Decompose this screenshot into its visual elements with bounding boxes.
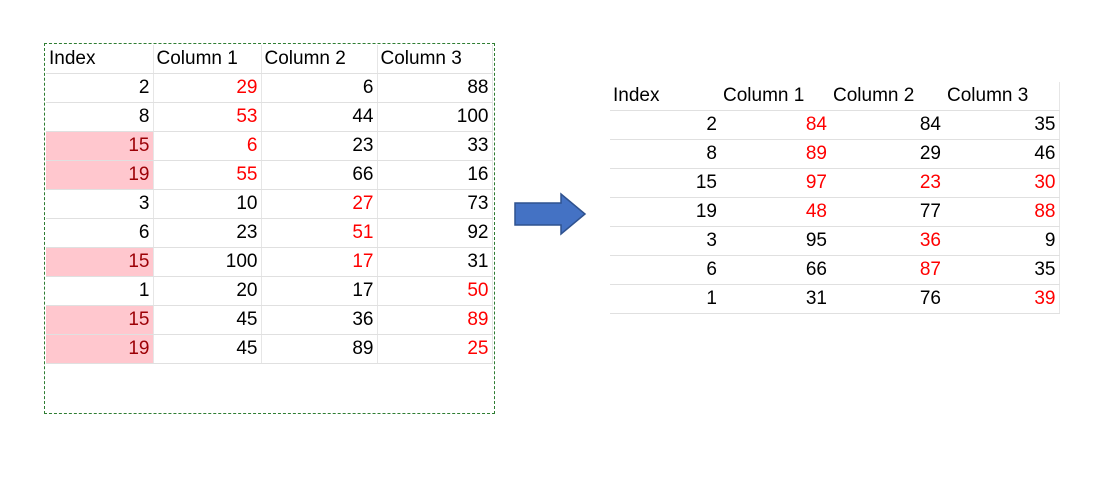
table-row: 3 95 36 9: [610, 226, 1060, 256]
table-row: 2 84 84 35: [610, 110, 1060, 140]
index-cell[interactable]: 8: [46, 102, 154, 132]
index-cell[interactable]: 2: [46, 73, 154, 103]
table-row: 15 6 23 33: [46, 131, 493, 161]
value-cell[interactable]: 66: [261, 160, 378, 190]
value-cell[interactable]: 51: [261, 218, 378, 248]
index-cell[interactable]: 6: [46, 218, 154, 248]
value-cell[interactable]: 31: [720, 284, 830, 314]
table-row: 15 97 23 30: [610, 168, 1060, 198]
value-cell[interactable]: 73: [377, 189, 493, 219]
table-row: 6 66 87 35: [610, 255, 1060, 285]
table-row: 19 45 89 25: [46, 334, 493, 364]
value-cell[interactable]: 87: [830, 255, 944, 285]
value-cell[interactable]: 95: [720, 226, 830, 256]
value-cell[interactable]: 50: [377, 276, 493, 306]
value-cell[interactable]: 44: [261, 102, 378, 132]
table-row: 19 48 77 88: [610, 197, 1060, 227]
value-cell[interactable]: 77: [830, 197, 944, 227]
table-row: 15 100 17 31: [46, 247, 493, 277]
index-cell[interactable]: 1: [46, 276, 154, 306]
index-cell[interactable]: 3: [610, 226, 720, 256]
value-cell[interactable]: 92: [377, 218, 493, 248]
value-cell[interactable]: 100: [153, 247, 262, 277]
table-row: 1 31 76 39: [610, 284, 1060, 314]
index-cell-duplicate[interactable]: 19: [46, 160, 154, 190]
value-cell[interactable]: 23: [830, 168, 944, 198]
index-cell[interactable]: 1: [610, 284, 720, 314]
value-cell[interactable]: 100: [377, 102, 493, 132]
value-cell[interactable]: 89: [377, 305, 493, 335]
right-arrow-icon: [514, 192, 587, 236]
value-cell[interactable]: 55: [153, 160, 262, 190]
value-cell[interactable]: 6: [261, 73, 378, 103]
value-cell[interactable]: 66: [720, 255, 830, 285]
value-cell[interactable]: 35: [944, 255, 1060, 285]
header-cell-index[interactable]: Index: [610, 82, 720, 111]
header-cell-index[interactable]: Index: [46, 45, 154, 74]
value-cell[interactable]: 6: [153, 131, 262, 161]
index-cell-duplicate[interactable]: 19: [46, 334, 154, 364]
value-cell[interactable]: 53: [153, 102, 262, 132]
index-cell[interactable]: 8: [610, 139, 720, 169]
index-cell[interactable]: 19: [610, 197, 720, 227]
index-cell[interactable]: 15: [610, 168, 720, 198]
index-cell-duplicate[interactable]: 15: [46, 247, 154, 277]
value-cell[interactable]: 35: [944, 110, 1060, 140]
table-row: 1 20 17 50: [46, 276, 493, 306]
header-cell-column-1[interactable]: Column 1: [720, 82, 830, 111]
table-row: 19 55 66 16: [46, 160, 493, 190]
header-cell-column-3[interactable]: Column 3: [377, 45, 493, 74]
table-row: 8 89 29 46: [610, 139, 1060, 169]
value-cell[interactable]: 17: [261, 247, 378, 277]
header-cell-column-1[interactable]: Column 1: [153, 45, 262, 74]
source-table: Index Column 1 Column 2 Column 3 2 29 6 …: [46, 45, 493, 364]
value-cell[interactable]: 9: [944, 226, 1060, 256]
table-row: 15 45 36 89: [46, 305, 493, 335]
index-cell-duplicate[interactable]: 15: [46, 305, 154, 335]
value-cell[interactable]: 29: [153, 73, 262, 103]
value-cell[interactable]: 33: [377, 131, 493, 161]
value-cell[interactable]: 48: [720, 197, 830, 227]
value-cell[interactable]: 25: [377, 334, 493, 364]
value-cell[interactable]: 97: [720, 168, 830, 198]
header-row: Index Column 1 Column 2 Column 3: [46, 45, 493, 74]
value-cell[interactable]: 89: [261, 334, 378, 364]
table-row: 8 53 44 100: [46, 102, 493, 132]
value-cell[interactable]: 20: [153, 276, 262, 306]
value-cell[interactable]: 36: [830, 226, 944, 256]
header-cell-column-3[interactable]: Column 3: [944, 82, 1060, 111]
index-cell-duplicate[interactable]: 15: [46, 131, 154, 161]
index-cell[interactable]: 2: [610, 110, 720, 140]
value-cell[interactable]: 10: [153, 189, 262, 219]
value-cell[interactable]: 89: [720, 139, 830, 169]
table-row: 6 23 51 92: [46, 218, 493, 248]
value-cell[interactable]: 39: [944, 284, 1060, 314]
value-cell[interactable]: 84: [720, 110, 830, 140]
table-row: 3 10 27 73: [46, 189, 493, 219]
value-cell[interactable]: 31: [377, 247, 493, 277]
value-cell[interactable]: 17: [261, 276, 378, 306]
value-cell[interactable]: 27: [261, 189, 378, 219]
value-cell[interactable]: 46: [944, 139, 1060, 169]
value-cell[interactable]: 45: [153, 305, 262, 335]
table-row: 2 29 6 88: [46, 73, 493, 103]
value-cell[interactable]: 29: [830, 139, 944, 169]
header-row: Index Column 1 Column 2 Column 3: [610, 82, 1060, 111]
value-cell[interactable]: 23: [261, 131, 378, 161]
header-cell-column-2[interactable]: Column 2: [261, 45, 378, 74]
value-cell[interactable]: 76: [830, 284, 944, 314]
value-cell[interactable]: 23: [153, 218, 262, 248]
value-cell[interactable]: 30: [944, 168, 1060, 198]
value-cell[interactable]: 88: [944, 197, 1060, 227]
index-cell[interactable]: 6: [610, 255, 720, 285]
value-cell[interactable]: 84: [830, 110, 944, 140]
value-cell[interactable]: 16: [377, 160, 493, 190]
header-cell-column-2[interactable]: Column 2: [830, 82, 944, 111]
value-cell[interactable]: 36: [261, 305, 378, 335]
value-cell[interactable]: 88: [377, 73, 493, 103]
index-cell[interactable]: 3: [46, 189, 154, 219]
result-table: Index Column 1 Column 2 Column 3 2 84 84…: [610, 82, 1060, 314]
value-cell[interactable]: 45: [153, 334, 262, 364]
